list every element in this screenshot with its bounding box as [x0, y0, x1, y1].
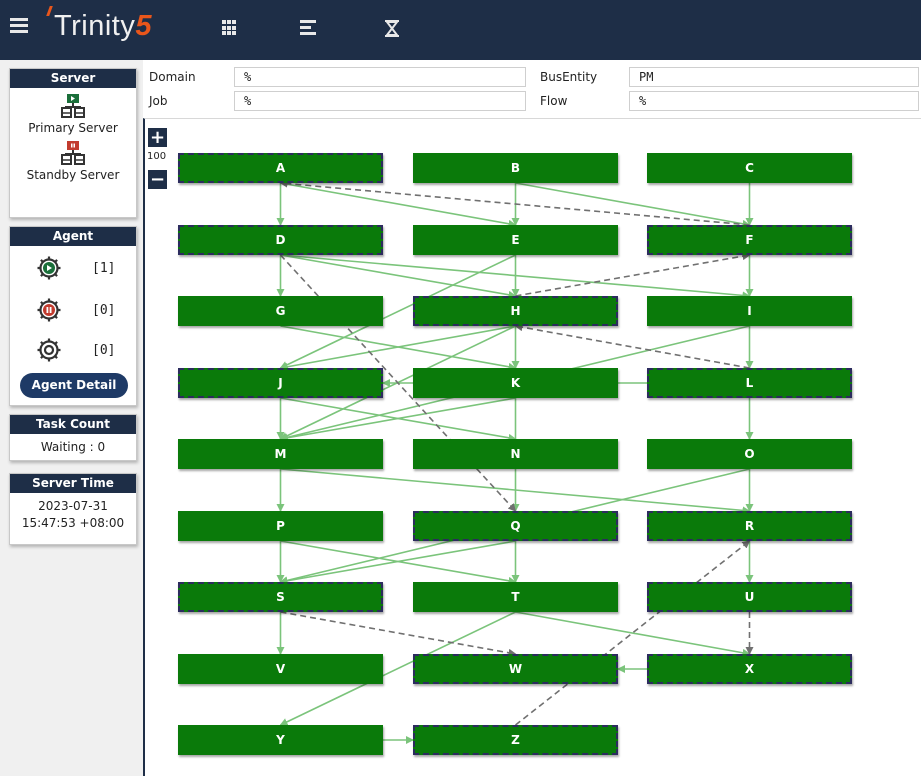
edge-h-f [515, 252, 751, 297]
job-field[interactable]: % [234, 91, 526, 111]
grid-icon[interactable] [222, 20, 238, 36]
waiting-count: Waiting : 0 [40, 440, 106, 454]
agent-idle-row[interactable]: [0] [10, 335, 138, 365]
edge-l-h [514, 323, 750, 369]
running-gear-icon [37, 256, 61, 280]
flow-node-u[interactable]: U [647, 582, 852, 612]
list-icon[interactable] [300, 20, 316, 36]
flow-node-e[interactable]: E [413, 225, 618, 255]
flow-node-q[interactable]: Q [413, 511, 618, 541]
server-time-title: Server Time [10, 474, 136, 493]
standby-server[interactable]: Standby Server [10, 140, 136, 182]
flow-node-n[interactable]: N [413, 439, 618, 469]
flow-node-p[interactable]: P [178, 511, 383, 541]
standby-server-label: Standby Server [26, 168, 120, 182]
edge-d-h [280, 254, 517, 299]
flow-node-o[interactable]: O [647, 439, 852, 469]
flow-label: Flow [540, 94, 568, 108]
hourglass-icon[interactable] [384, 20, 401, 37]
logo-number: 5 [135, 10, 153, 42]
flow-node-x[interactable]: X [647, 654, 852, 684]
flow-node-t[interactable]: T [413, 582, 618, 612]
flow-node-d[interactable]: D [178, 225, 383, 255]
flow-node-j[interactable]: J [178, 368, 383, 398]
filter-bar: Domain % BusEntity PM Job % Flow % [143, 60, 921, 118]
agent-panel-title: Agent [10, 227, 136, 246]
sidebar: Server Primary Server Standby Server Age… [0, 60, 143, 776]
agent-panel: Agent [1] [0] [0] Agent Detail [9, 226, 137, 406]
agent-running-row[interactable]: [1] [10, 253, 138, 283]
edge-s-w [280, 611, 517, 657]
edge-t-x [515, 611, 751, 657]
domain-field[interactable]: % [234, 67, 526, 87]
flow-graph: + 100 − ABC DEF GHI JKL MNO PQR STU VWX YZ [143, 118, 921, 776]
agent-idle-count: [0] [92, 343, 116, 358]
edge-a-e [280, 182, 517, 228]
primary-server-icon [61, 94, 85, 118]
flow-node-s[interactable]: S [178, 582, 383, 612]
top-navigation-bar: Trinity5 [0, 0, 921, 60]
flow-node-f[interactable]: F [647, 225, 852, 255]
server-time-panel: Server Time 2023-07-31 15:47:53 +08:00 [9, 473, 137, 545]
flow-node-y[interactable]: Y [178, 725, 383, 755]
task-count-panel: Task Count Waiting : 0 [9, 414, 137, 461]
server-date: 2023-07-31 [38, 499, 108, 513]
flow-node-r[interactable]: R [647, 511, 852, 541]
zoom-in-button[interactable]: + [148, 128, 167, 147]
busentity-field[interactable]: PM [629, 67, 919, 87]
agent-stopped-count: [0] [92, 303, 116, 318]
agent-stopped-row[interactable]: [0] [10, 295, 138, 325]
server-panel: Server Primary Server Standby Server [9, 68, 137, 218]
server-clock: 15:47:53 +08:00 [21, 516, 125, 530]
flow-field[interactable]: % [629, 91, 919, 111]
logo: Trinity5 [46, 6, 153, 43]
agent-detail-button[interactable]: Agent Detail [20, 373, 128, 398]
flow-node-m[interactable]: M [178, 439, 383, 469]
task-count-title: Task Count [10, 415, 136, 434]
flow-node-v[interactable]: V [178, 654, 383, 684]
primary-server[interactable]: Primary Server [10, 93, 136, 135]
flow-node-h[interactable]: H [413, 296, 618, 326]
idle-gear-icon [37, 338, 61, 362]
zoom-level: 100 [147, 151, 167, 162]
stopped-gear-icon [37, 298, 61, 322]
flow-node-k[interactable]: K [413, 368, 618, 398]
server-panel-title: Server [10, 69, 136, 88]
flow-node-a[interactable]: A [178, 153, 383, 183]
flow-node-w[interactable]: W [413, 654, 618, 684]
job-label: Job [149, 94, 168, 108]
flow-node-i[interactable]: I [647, 296, 852, 326]
flow-node-c[interactable]: C [647, 153, 852, 183]
zoom-out-button[interactable]: − [148, 170, 167, 189]
primary-server-label: Primary Server [28, 121, 118, 135]
flow-node-z[interactable]: Z [413, 725, 618, 755]
flow-node-g[interactable]: G [178, 296, 383, 326]
edge-b-f [515, 182, 751, 228]
logo-text: Trinity [54, 10, 136, 42]
agent-running-count: [1] [92, 261, 116, 276]
menu-icon[interactable] [10, 18, 28, 36]
flow-node-b[interactable]: B [413, 153, 618, 183]
busentity-label: BusEntity [540, 70, 598, 84]
standby-server-icon [61, 141, 85, 165]
flow-node-l[interactable]: L [647, 368, 852, 398]
domain-label: Domain [149, 70, 196, 84]
server-time-value: 2023-07-31 15:47:53 +08:00 [10, 493, 136, 532]
